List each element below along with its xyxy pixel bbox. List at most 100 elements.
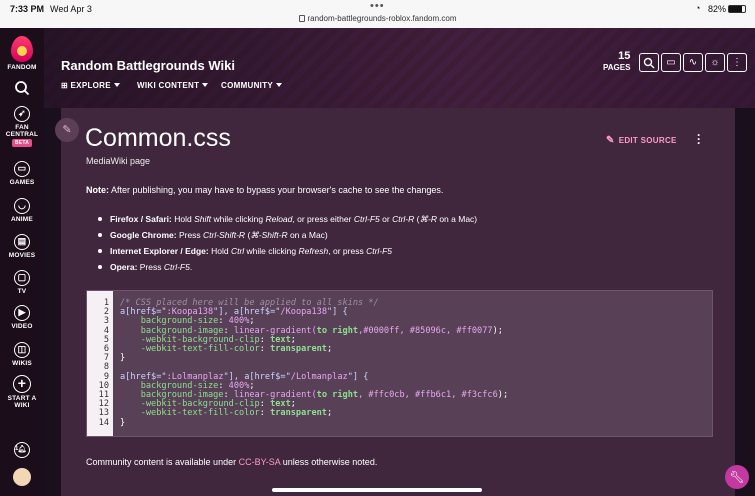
fandom-brand-label: FANDOM xyxy=(7,64,37,71)
wifi-icon: ◔ xyxy=(695,3,701,13)
notification-count: 1 xyxy=(15,446,19,452)
code-text: } xyxy=(120,354,125,363)
line-number: 14 xyxy=(98,417,109,428)
battery-percent: 82% xyxy=(708,4,727,14)
key: Ctrl xyxy=(230,246,245,256)
wiki-search-button[interactable] xyxy=(639,53,659,72)
rail-label-anime: ANIME xyxy=(11,216,33,223)
activity-icon: ∿ xyxy=(688,57,698,68)
key: Ctrl-F5 xyxy=(163,262,190,272)
code-token: , #ffc0cb, #ffb6c1, #f3cfc6 xyxy=(358,390,498,400)
search-icon xyxy=(15,81,30,96)
cache-note: Note: After publishing, you may have to … xyxy=(86,185,443,195)
ios-status-bar: 7:33 PM Wed Apr 3 ••• random-battlegroun… xyxy=(0,0,755,28)
rail-item-games[interactable]: ▭ GAMES xyxy=(0,161,44,186)
more-options-button[interactable]: ⋮ xyxy=(727,53,747,72)
pencil-icon: ✎ xyxy=(606,135,615,146)
fandom-logo[interactable]: FANDOM xyxy=(0,36,44,71)
book-icon: ◫ xyxy=(14,342,30,358)
code-token: -webkit-text-fill-color xyxy=(140,344,260,354)
rail-item-video[interactable]: ▶ VIDEO xyxy=(0,305,44,330)
video-icon: ▶ xyxy=(14,305,30,321)
rail-item-anime[interactable]: ◡ ANIME xyxy=(0,198,44,223)
license-text-post: unless otherwise noted. xyxy=(280,457,378,467)
code-block[interactable]: 1/* CSS placed here will be applied to a… xyxy=(86,290,713,437)
kebab-icon: ⋮ xyxy=(732,57,742,68)
browser-name: Google Chrome: xyxy=(110,230,177,240)
code-token: } xyxy=(120,353,126,364)
community-header: Random Battlegrounds Wiki ⊞ EXPLORE WIKI… xyxy=(44,28,755,108)
code-token: to right xyxy=(316,390,359,400)
avatar-icon xyxy=(13,468,31,486)
address-bar[interactable]: random-battlegrounds-roblox.fandom.com xyxy=(0,14,755,23)
wiki-title[interactable]: Random Battlegrounds Wiki xyxy=(61,58,235,73)
code-token: "] { xyxy=(347,371,369,382)
code-line: 6 -webkit-text-fill-color: transparent; xyxy=(87,344,712,354)
nav-explore[interactable]: ⊞ EXPLORE xyxy=(61,81,120,90)
edit-source-button[interactable]: ✎ EDIT SOURCE xyxy=(606,135,677,146)
text: while clicking xyxy=(244,246,299,256)
rail-label-wikis: WIKIS xyxy=(12,360,32,367)
code-token: ; xyxy=(326,408,333,419)
notifications-button[interactable]: 🔔︎ xyxy=(0,442,44,460)
home-indicator[interactable] xyxy=(272,488,482,492)
list-item: Opera: Press Ctrl-F5. xyxy=(97,262,477,278)
code-text: -webkit-text-fill-color: transparent; xyxy=(120,344,332,354)
battery-icon xyxy=(728,5,746,13)
chevron-down-icon xyxy=(276,83,283,87)
search-button[interactable] xyxy=(0,80,44,98)
chevron-down-icon xyxy=(202,83,209,87)
key: Reload xyxy=(265,214,293,224)
beta-badge: BETA xyxy=(11,139,33,147)
more-dots-icon[interactable]: ••• xyxy=(370,0,385,12)
wrench-button[interactable]: 🔧︎ xyxy=(725,465,749,489)
wrench-icon: 🔧︎ xyxy=(729,470,745,484)
tv-icon: ▢ xyxy=(14,270,30,286)
rail-item-wikis[interactable]: ◫ WIKIS xyxy=(0,342,44,367)
rail-item-tv[interactable]: ▢ TV xyxy=(0,270,44,295)
page-count-number: 15 xyxy=(618,50,631,62)
text: Press xyxy=(176,230,204,240)
search-icon xyxy=(643,57,655,69)
page-count-label: PAGES xyxy=(603,63,631,72)
rail-item-fan-central[interactable]: ➶ FAN CENTRAL BETA xyxy=(0,106,44,147)
url-text: random-battlegrounds-roblox.fandom.com xyxy=(307,14,457,23)
key: Shift xyxy=(194,214,212,224)
user-avatar[interactable] xyxy=(0,468,44,488)
code-text: } xyxy=(120,418,125,428)
sun-icon: ☼ xyxy=(710,57,720,68)
rail-label-games: GAMES xyxy=(9,179,35,186)
license-link[interactable]: CC-BY-SA xyxy=(239,457,281,467)
rail-item-start-a-wiki[interactable]: + START A WIKI xyxy=(0,375,44,409)
list-item: Internet Explorer / Edge: Hold Ctrl whil… xyxy=(97,246,477,262)
nav-wiki-content-label: WIKI CONTENT xyxy=(137,81,200,90)
chat-icon: ▭ xyxy=(666,57,676,68)
theme-toggle-button[interactable]: ☼ xyxy=(705,53,725,72)
key: Ctrl-Shift-R xyxy=(203,230,246,240)
text: Press xyxy=(137,262,164,272)
nav-wiki-content[interactable]: WIKI CONTENT xyxy=(137,81,209,90)
kebab-icon: · · · xyxy=(697,128,701,150)
recent-changes-button[interactable]: ∿ xyxy=(683,53,703,72)
text: Hold xyxy=(208,246,231,256)
edit-pencil-button[interactable]: ✎ xyxy=(55,118,79,142)
key: Refresh xyxy=(298,246,329,256)
edit-source-label: EDIT SOURCE xyxy=(618,136,677,145)
nav-community-label: COMMUNITY xyxy=(221,81,274,90)
text: Hold xyxy=(171,214,195,224)
code-line: 14} xyxy=(87,417,712,428)
status-time: 7:33 PM xyxy=(10,4,45,14)
list-item: Firefox / Safari: Hold Shift while click… xyxy=(97,214,477,230)
rail-label-fan-central: FAN CENTRAL xyxy=(5,124,39,138)
rail-item-movies[interactable]: ▤ MOVIES xyxy=(0,234,44,259)
code-token: : xyxy=(259,344,271,354)
discussions-button[interactable]: ▭ xyxy=(661,53,681,72)
text: . xyxy=(189,262,193,272)
movie-icon: ▤ xyxy=(14,234,30,250)
code-line: 7} xyxy=(87,353,712,363)
key: ⌘-Shift-R xyxy=(250,230,288,240)
code-token: : xyxy=(259,408,271,419)
nav-community[interactable]: COMMUNITY xyxy=(221,81,283,90)
code-token: "] { xyxy=(327,307,348,318)
page-actions-menu[interactable]: · · · xyxy=(695,129,703,149)
